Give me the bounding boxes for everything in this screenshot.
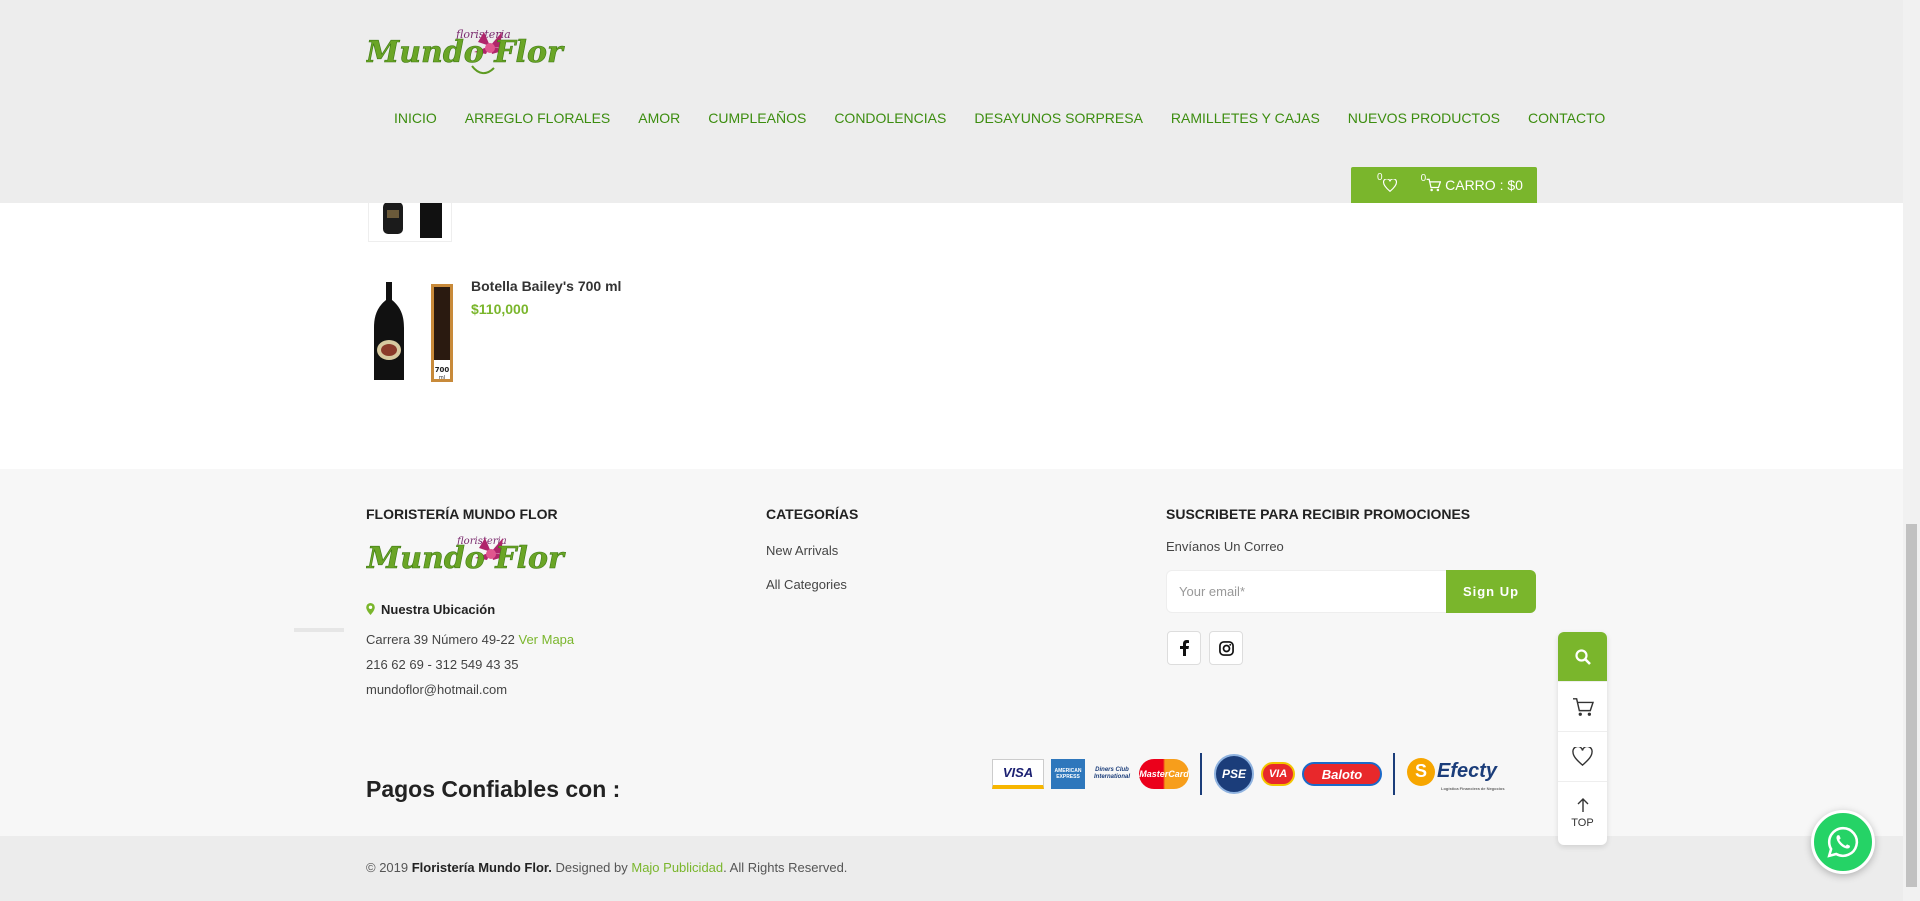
svg-text:ml: ml [439,375,445,381]
product-price: $110,000 [471,301,529,317]
cart-icon [1572,697,1594,716]
nav-item-nuevos-productos[interactable]: NUEVOS PRODUCTOS [1334,107,1514,129]
efecty-logo: S Efecty Logística Financiera de Negocio… [1407,754,1513,794]
instagram-button[interactable] [1209,631,1243,665]
cart-total: CARRO : $0 [1445,177,1523,193]
categories-title: CATEGORÍAS [766,506,859,522]
address-line: Carrera 39 Número 49-22 Ver Mapa [366,632,574,647]
newsletter-email-input[interactable] [1166,570,1447,613]
payment-divider [1393,753,1395,795]
nav-item-cumpleaños[interactable]: CUMPLEAÑOS [694,107,820,129]
copyright-prefix: © 2019 [366,860,412,875]
copyright-designed-by: Designed by [551,860,632,875]
map-pin-icon [366,603,375,615]
side-toolbar: TOP [1558,632,1607,845]
nav-item-desayunos-sorpresa[interactable]: DESAYUNOS SORPRESA [960,107,1157,129]
instagram-icon [1218,640,1234,656]
designer-link[interactable]: Majo Publicidad [631,860,723,875]
pse-logo: PSE [1214,754,1254,794]
category-link-new-arrivals[interactable]: New Arrivals [766,543,838,558]
facebook-button[interactable] [1167,631,1201,665]
product-name[interactable]: Botella Bailey's 700 ml [471,278,621,294]
top-label: TOP [1571,817,1594,829]
site-header: floristeria Mundo Flor INICIOARREGLO FLO… [0,0,1903,203]
facebook-icon [1179,640,1189,656]
arrow-up-icon [1577,798,1588,812]
amex-logo: AMERICAN EXPRESS [1051,759,1085,789]
nav-item-condolencias[interactable]: CONDOLENCIAS [820,107,960,129]
visa-logo: VISA [992,759,1044,789]
product-thumbnail[interactable]: 700 ml [368,278,454,384]
copyright-suffix: . All Rights Reserved. [723,860,848,875]
whatsapp-button[interactable] [1811,810,1875,874]
address-text: Carrera 39 Número 49-22 [366,632,515,647]
copyright: © 2019 Floristería Mundo Flor. Designed … [366,860,847,875]
cart-count: 0 [1420,172,1427,184]
sign-up-button[interactable]: Sign Up [1446,570,1536,613]
cart-bar[interactable]: 0 0 CARRO : $0 [1351,167,1537,203]
view-map-link[interactable]: Ver Mapa [518,632,574,647]
footer-brand-title: FLORISTERÍA MUNDO FLOR [366,506,558,522]
baloto-logo: Baloto [1302,762,1382,786]
payment-divider [1200,753,1202,795]
site-logo[interactable]: floristeria Mundo Flor [366,24,568,80]
footer-logo[interactable]: floristeria Mundo Flor [366,532,570,584]
scrollbar-thumb[interactable] [1906,524,1917,887]
mastercard-logo: MasterCard [1139,759,1189,789]
svg-text:700: 700 [435,366,450,374]
side-cart-button[interactable] [1558,682,1607,732]
heart-icon [1572,747,1593,766]
heart-icon [1382,178,1397,192]
whatsapp-icon [1827,826,1859,858]
search-icon [1574,648,1591,665]
category-link-all[interactable]: All Categories [766,577,847,592]
decorative-line [294,628,344,632]
nav-item-inicio[interactable]: INICIO [366,107,451,129]
site-footer [0,469,1903,836]
location-label: Nuestra Ubicación [381,602,496,617]
copyright-company: Floristería Mundo Flor. [411,860,552,875]
back-to-top-button[interactable]: TOP [1558,782,1607,845]
side-wishlist-button[interactable] [1558,732,1607,782]
contact-email[interactable]: mundoflor@hotmail.com [366,682,507,697]
location-heading: Nuestra Ubicación [366,602,495,617]
wishlist-count: 0 [1377,171,1383,183]
newsletter-subtitle: Envíanos Un Correo [1166,539,1284,554]
newsletter-title: SUSCRIBETE PARA RECIBIR PROMOCIONES [1166,506,1471,522]
diners-logo: Diners Club International [1093,767,1130,780]
bottom-bar [0,836,1903,901]
nav-item-ramilletes-y-cajas[interactable]: RAMILLETES Y CAJAS [1157,107,1334,129]
svg-text:Mundo Flor: Mundo Flor [366,35,565,70]
search-button[interactable] [1558,632,1607,682]
cart-icon [1426,178,1442,192]
phone-numbers: 216 62 69 - 312 549 43 35 [366,657,519,672]
baileys-bottle-image: 700 ml [374,282,453,382]
nav-item-contacto[interactable]: CONTACTO [1514,107,1619,129]
payments-heading: Pagos Confiables con : [366,776,621,802]
main-nav: INICIO ARREGLO FLORALES AMOR CUMPLEAÑOS COND… [366,107,1619,129]
nav-item-amor[interactable]: AMOR [624,107,694,129]
via-logo: VIA [1261,762,1295,786]
svg-text:Mundo Flor: Mundo Flor [366,541,566,576]
payment-logos: VISA AMERICAN EXPRESS Diners Club Intern… [992,752,1536,796]
nav-item-arreglo-florales[interactable]: ARREGLO FLORALES [451,107,625,129]
wishlist-button[interactable]: 0 [1377,172,1397,192]
